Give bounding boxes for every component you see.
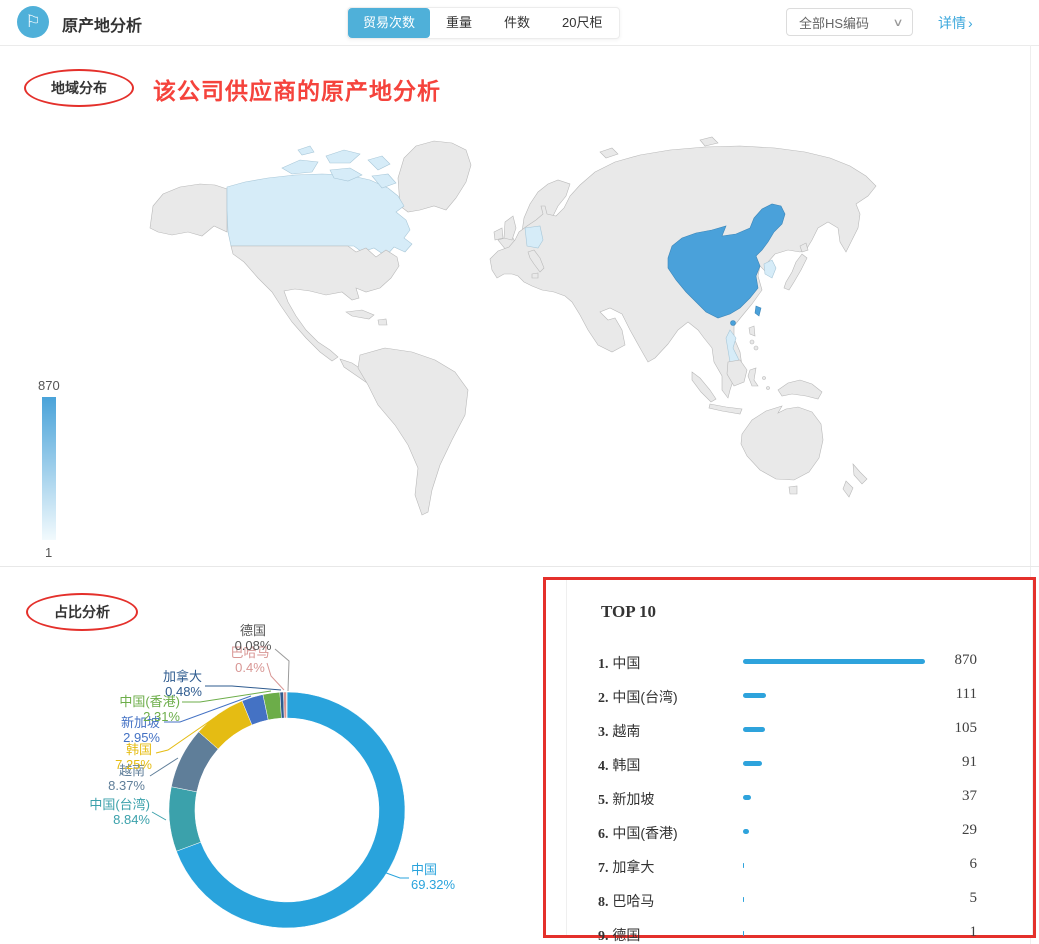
tab-3[interactable]: 20尺柜 — [546, 8, 618, 38]
map-landmass-uk — [494, 216, 516, 240]
map-landmass-australia — [741, 406, 823, 480]
top10-bar — [743, 761, 762, 766]
top10-bar — [743, 829, 749, 834]
metric-tab-group: 贸易次数重量件数20尺柜 — [347, 7, 620, 39]
top10-row-name: 2. 中国(台湾) — [598, 687, 678, 707]
top10-row: 7. 加拿大 6 — [546, 848, 1033, 882]
map-country-taiwan[interactable] — [755, 306, 761, 316]
top10-title: TOP 10 — [601, 602, 656, 622]
chevron-down-icon: ∨ — [892, 16, 903, 29]
origin-analysis-page: ⚐ 原产地分析 贸易次数重量件数20尺柜 全部HS编码 ∨ 详情› 地域分布 该… — [0, 0, 1039, 944]
map-landmass-tasmania — [789, 486, 797, 494]
top10-row-name: 5. 新加坡 — [598, 789, 654, 809]
legend-min-label: 1 — [45, 545, 52, 560]
top10-row-name: 9. 德国 — [598, 925, 640, 944]
map-landmass-new-guinea — [778, 380, 822, 399]
top10-row: 5. 新加坡 37 — [546, 780, 1033, 814]
red-annotation-text: 该公司供应商的原产地分析 — [153, 72, 441, 106]
top10-bar — [743, 863, 744, 868]
map-landmass-moluccas-2 — [767, 387, 770, 390]
tab-2[interactable]: 件数 — [488, 8, 546, 38]
top10-row-name: 3. 越南 — [598, 721, 640, 741]
flag-logo-icon: ⚐ — [17, 6, 49, 38]
donut-leader-line — [150, 758, 178, 776]
map-landmass-usa-mexico — [231, 246, 399, 361]
top10-value: 91 — [962, 754, 977, 771]
top10-bar — [743, 727, 765, 732]
donut-label: 加拿大0.48% — [136, 669, 202, 699]
map-landmass-greenland — [398, 141, 471, 212]
top10-value: 111 — [956, 686, 977, 703]
legend-max-label: 870 — [38, 378, 60, 393]
top10-row: 8. 巴哈马 5 — [546, 882, 1033, 916]
donut-slice-1[interactable] — [169, 787, 201, 851]
donut-slice-8[interactable] — [286, 692, 287, 718]
donut-label: 中国69.32% — [411, 862, 501, 892]
map-country-germany[interactable] — [525, 226, 543, 248]
top10-bar — [743, 795, 751, 800]
tab-1[interactable]: 重量 — [430, 8, 488, 38]
top10-row: 3. 越南 105 — [546, 712, 1033, 746]
top10-row: 1. 中国 870 — [546, 644, 1033, 678]
donut-leader-line — [205, 686, 281, 690]
map-landmass-philippines — [749, 326, 755, 336]
map-landmass-philippines-3 — [754, 346, 758, 350]
map-country-hainan — [731, 321, 736, 326]
top10-row: 6. 中国(香港) 29 — [546, 814, 1033, 848]
map-landmass-moluccas — [763, 377, 766, 380]
header-bar: ⚐ 原产地分析 贸易次数重量件数20尺柜 全部HS编码 ∨ 详情› — [0, 0, 1039, 46]
top10-row-name: 6. 中国(香港) — [598, 823, 678, 843]
region-badge-ellipse: 地域分布 — [24, 69, 134, 107]
donut-leader-line — [152, 812, 166, 820]
world-map[interactable] — [0, 130, 1039, 566]
top10-value: 1 — [970, 924, 978, 941]
hs-code-select-value: 全部HS编码 — [799, 13, 869, 32]
top10-bar — [743, 693, 766, 698]
top10-row-name: 8. 巴哈马 — [598, 891, 654, 911]
top10-bar — [743, 897, 744, 902]
map-landmass-new-zealand — [843, 464, 867, 497]
map-landmass-caribbean — [346, 310, 387, 325]
top10-row: 4. 韩国 91 — [546, 746, 1033, 780]
map-landmass-philippines-2 — [750, 340, 754, 344]
top10-value: 5 — [970, 890, 978, 907]
top10-value: 870 — [955, 652, 978, 669]
origin-donut-chart[interactable]: 中国69.32%中国(台湾)8.84%越南8.37%韩国7.25%新加坡2.95… — [0, 566, 543, 944]
page-title: 原产地分析 — [62, 12, 142, 36]
top10-value: 105 — [955, 720, 978, 737]
donut-label: 韩国7.25% — [62, 742, 152, 772]
top10-panel: TOP 10 1. 中国 870 2. 中国(台湾) 111 3. 越南 105 4. 韩国… — [543, 577, 1036, 938]
map-landmass-alaska — [150, 184, 227, 236]
top10-value: 6 — [970, 856, 978, 873]
chevron-right-icon: › — [968, 15, 973, 31]
top10-bar — [743, 659, 925, 664]
top10-row-name: 1. 中国 — [598, 653, 640, 673]
detail-link[interactable]: 详情› — [938, 13, 973, 33]
top10-value: 37 — [962, 788, 977, 805]
hs-code-select[interactable]: 全部HS编码 ∨ — [786, 8, 913, 36]
top10-row: 2. 中国(台湾) 111 — [546, 678, 1033, 712]
top10-row-name: 4. 韩国 — [598, 755, 640, 775]
map-landmass-south-america — [358, 348, 468, 515]
map-legend-gradient — [42, 397, 56, 540]
region-badge-label: 地域分布 — [51, 78, 107, 98]
donut-slice-7[interactable] — [283, 692, 286, 718]
top10-row-name: 7. 加拿大 — [598, 857, 654, 877]
top10-row: 9. 德国 1 — [546, 916, 1033, 944]
top10-value: 29 — [962, 822, 977, 839]
donut-label: 中国(台湾)8.84% — [46, 797, 150, 827]
donut-label: 德国0.08% — [218, 623, 288, 653]
top10-bar — [743, 931, 744, 936]
tab-0[interactable]: 贸易次数 — [348, 8, 430, 38]
